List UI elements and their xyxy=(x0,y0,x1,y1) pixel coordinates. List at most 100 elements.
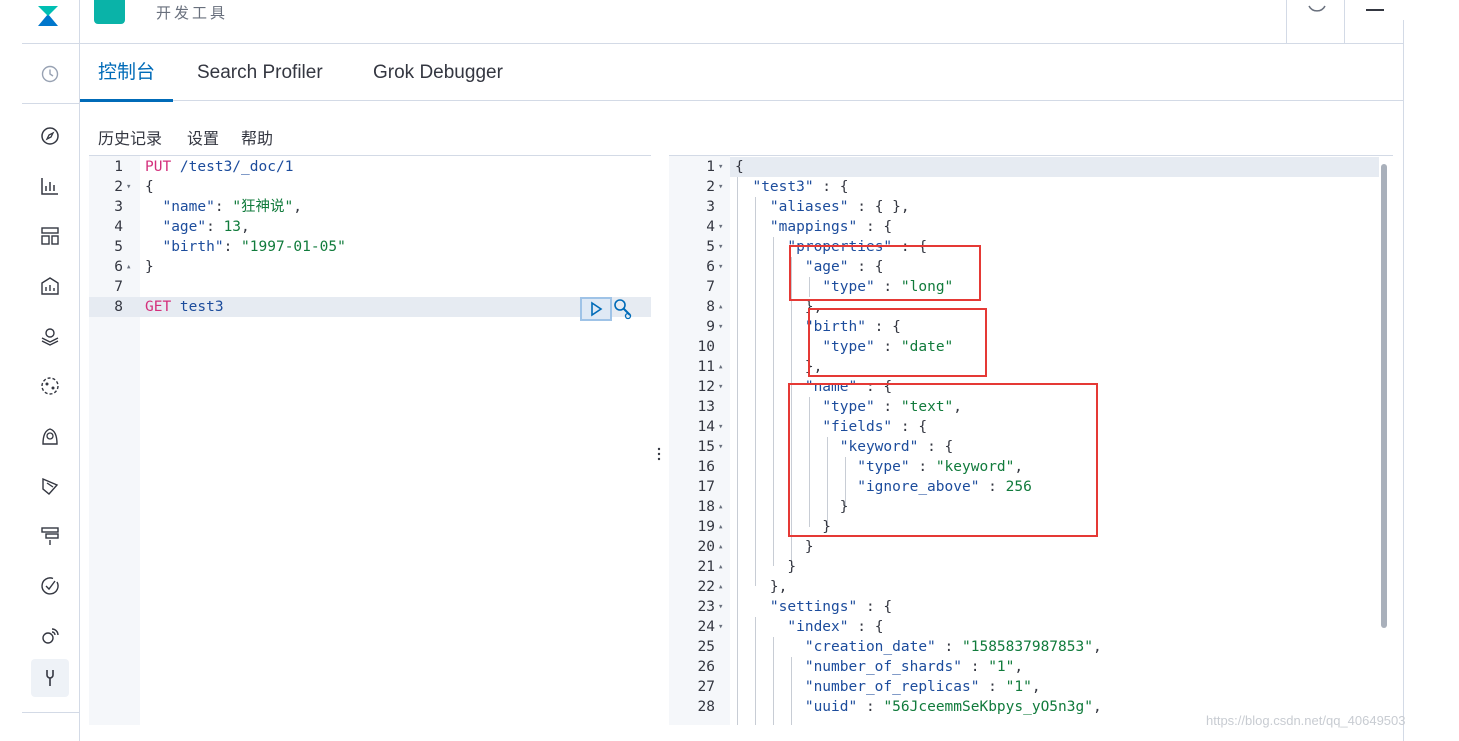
response-line: { xyxy=(669,157,1393,177)
code-token: } xyxy=(735,539,814,555)
help-icon[interactable] xyxy=(1306,4,1328,22)
response-line: "aliases" : { }, xyxy=(669,197,1393,217)
nav-divider xyxy=(22,103,80,104)
response-line: "index" : { xyxy=(669,617,1393,637)
code-token: , xyxy=(1092,639,1102,655)
apm-icon[interactable] xyxy=(38,524,62,548)
code-token: , xyxy=(1031,679,1041,695)
response-line: "type" : "long" xyxy=(669,277,1393,297)
code-token: "aliases" xyxy=(769,199,849,215)
line-number-row: 7 xyxy=(89,277,651,297)
response-line: "creation_date" : "1585837987853", xyxy=(669,637,1393,657)
response-code: "number_of_replicas" : "1", xyxy=(735,677,1041,697)
machine-learning-icon[interactable] xyxy=(38,374,62,398)
tab-console[interactable]: 控制台 xyxy=(79,44,174,102)
code-token: "1" xyxy=(988,659,1015,675)
response-code: "settings" : { xyxy=(735,597,892,617)
code-token: "1" xyxy=(1005,679,1032,695)
code-token: , xyxy=(1092,699,1102,715)
header-divider-right xyxy=(1286,0,1287,44)
code-token: : { xyxy=(813,179,849,195)
request-line: "age": 13, xyxy=(145,219,250,235)
code-token: } xyxy=(735,559,797,575)
code-token: : xyxy=(961,659,989,675)
kibana-dev-tools: 开发工具 控制台 Search Profiler Grok Debugger 历… xyxy=(0,0,1459,741)
request-line: "name": "狂神说", xyxy=(145,199,303,215)
response-line: "birth" : { xyxy=(669,317,1393,337)
pane-resizer[interactable] xyxy=(655,445,663,463)
help-link[interactable]: 帮助 xyxy=(241,125,273,149)
response-line: "type" : "date" xyxy=(669,337,1393,357)
drag-handle-icon xyxy=(657,447,661,461)
code-token: : { xyxy=(848,619,884,635)
request-line: { xyxy=(145,179,154,195)
settings-link[interactable]: 设置 xyxy=(187,125,219,149)
response-code: "index" : { xyxy=(735,617,883,637)
response-scroll-thumb[interactable] xyxy=(1381,164,1387,628)
code-token: , xyxy=(1014,659,1024,675)
request-line: "birth": "1997-01-05" xyxy=(145,239,346,255)
response-line: "settings" : { xyxy=(669,597,1393,617)
visualize-icon[interactable] xyxy=(38,174,62,198)
code-token: "settings" xyxy=(769,599,858,615)
logs-icon[interactable] xyxy=(38,474,62,498)
app-title: 开发工具 xyxy=(156,5,229,22)
response-line: "age" : { xyxy=(669,257,1393,277)
code-token: : xyxy=(979,679,1006,695)
code-token: "mappings" xyxy=(769,219,858,235)
code-token: : xyxy=(857,699,884,715)
code-token: { xyxy=(735,159,744,175)
code-token: "56JceemmSeKbpys_yO5n3g" xyxy=(883,699,1093,715)
request-line: } xyxy=(145,259,154,275)
code-token: "number_of_replicas" xyxy=(804,679,980,695)
kibana-logo-icon[interactable] xyxy=(36,6,60,26)
annotation-box-birth xyxy=(808,308,987,377)
nav-divider-bottom xyxy=(22,712,80,713)
response-line: } xyxy=(669,557,1393,577)
wrench-icon[interactable] xyxy=(612,297,634,321)
uptime-icon[interactable] xyxy=(38,574,62,598)
canvas-icon[interactable] xyxy=(38,274,62,298)
response-code: "test3" : { xyxy=(735,177,849,197)
history-link[interactable]: 历史记录 xyxy=(98,125,162,149)
header-divider xyxy=(79,0,80,44)
send-request-button[interactable] xyxy=(580,297,612,321)
dev-tools-icon[interactable] xyxy=(31,659,69,697)
discover-icon[interactable] xyxy=(38,124,62,148)
recently-viewed-icon[interactable] xyxy=(38,62,62,86)
side-navigation xyxy=(22,44,80,741)
code-token: "1585837987853" xyxy=(962,639,1093,655)
console-toolbar: 历史记录 设置 帮助 xyxy=(80,101,1404,155)
header-divider-right-2 xyxy=(1344,0,1345,44)
user-menu-icon[interactable] xyxy=(1364,6,1386,20)
code-token: "creation_date" xyxy=(804,639,936,655)
page-edge xyxy=(1403,20,1404,741)
space-avatar[interactable] xyxy=(94,0,125,24)
response-line: "number_of_replicas" : "1", xyxy=(669,677,1393,697)
response-code: } xyxy=(735,537,814,557)
dev-tools-tabs: 控制台 Search Profiler Grok Debugger xyxy=(79,44,1404,102)
response-line: }, xyxy=(669,577,1393,597)
infrastructure-icon[interactable] xyxy=(38,424,62,448)
tab-grok-debugger[interactable]: Grok Debugger xyxy=(373,44,503,101)
maps-icon[interactable] xyxy=(38,324,62,348)
request-editor[interactable]: 1 2 ▾ 3 4 5 6 ▴ 7 8 PUT /test3/_doc/1 { "name": "… xyxy=(89,155,651,725)
code-token: : { xyxy=(857,219,893,235)
code-token: "number_of_shards" xyxy=(804,659,962,675)
dashboard-icon[interactable] xyxy=(38,224,62,248)
annotation-box-age xyxy=(789,245,981,301)
request-line: PUT /test3/_doc/1 xyxy=(145,159,294,175)
siem-icon[interactable] xyxy=(38,624,62,648)
tab-search-profiler[interactable]: Search Profiler xyxy=(197,44,323,101)
response-code: } xyxy=(735,557,796,577)
response-code: { xyxy=(735,157,744,177)
